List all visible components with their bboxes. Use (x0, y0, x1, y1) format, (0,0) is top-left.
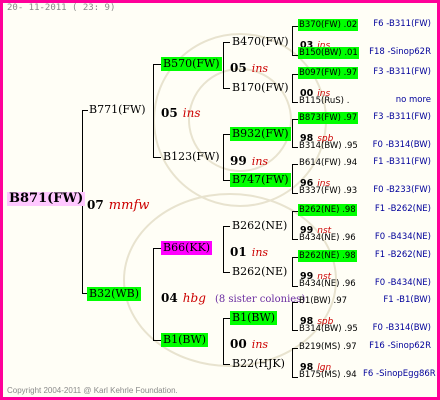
sister-colonies-note: (8 sister colonies) (214, 294, 306, 305)
year-label: 99 (230, 154, 247, 168)
ancestor-lineage: F0 -B314(BW) (372, 140, 431, 150)
queen-b170[interactable]: B170(FW) (230, 81, 291, 95)
queen-b1-bw-2[interactable]: B1(BW) (230, 311, 278, 325)
year-row: 05 ins (230, 57, 268, 76)
ancestor-lineage: F18 -Sinop62R (369, 47, 431, 57)
ancestor-lineage: F16 -Sinop62R (369, 341, 431, 351)
year-label: 07 (87, 198, 104, 212)
year-row: 04 hbg (8 sister colonies) (161, 287, 305, 306)
ancestor-lineage: no more (395, 95, 431, 105)
ancestor-lineage: F3 -B311(FW) (373, 112, 431, 122)
queen-b123[interactable]: B123(FW) (161, 150, 222, 164)
ancestor-entry[interactable]: B175(MS) .94 (298, 369, 358, 381)
queen-b262-ne-2[interactable]: B262(NE) (230, 265, 289, 279)
year-label: 05 (161, 106, 178, 120)
origin-tag: ins (251, 62, 269, 75)
ancestor-entry[interactable]: B614(FW) .94 (298, 157, 358, 169)
ancestor-lineage: F6 -SinopEgg86R (363, 369, 436, 379)
queen-b262-ne[interactable]: B262(NE) (230, 219, 289, 233)
ancestor-entry[interactable]: B873(FW) .97 (298, 112, 359, 124)
ancestor-lineage: F1 -B311(FW) (373, 157, 431, 167)
queen-b470[interactable]: B470(FW) (230, 35, 291, 49)
dam-queen[interactable]: B32(WB) (87, 287, 142, 301)
year-label: 01 (230, 245, 247, 259)
queen-b932[interactable]: B932(FW) (230, 127, 291, 141)
ancestor-entry[interactable]: B1(BW) .97 (298, 295, 348, 307)
ancestor-lineage: F3 -B311(FW) (373, 67, 431, 77)
ancestor-entry[interactable]: B262(NE) .98 (298, 204, 357, 216)
ancestor-lineage: F6 -B311(FW) (373, 19, 431, 29)
queen-b747[interactable]: B747(FW) (230, 173, 291, 187)
ancestor-entry[interactable]: B434(NE) .96 (298, 278, 357, 290)
ancestor-entry[interactable]: B150(BW) .01 (298, 47, 359, 59)
queen-b66[interactable]: B66(KK) (161, 241, 213, 255)
ancestor-lineage: F0 -B314(BW) (372, 323, 431, 333)
ancestor-entry[interactable]: B097(FW) .97 (298, 67, 359, 79)
ancestor-lineage: F0 -B434(NE) (374, 232, 431, 242)
ancestor-lineage: F1 -B262(NE) (374, 250, 431, 260)
origin-tag: mmfw (108, 198, 150, 213)
year-row: 99 ins (230, 150, 268, 169)
ancestor-lineage: F0 -B434(NE) (374, 278, 431, 288)
ancestor-entry[interactable]: B219(MS) .97 (298, 341, 358, 353)
year-label: 00 (230, 337, 247, 351)
ancestor-entry[interactable]: B370(FW) .02 (298, 19, 359, 31)
ancestor-entry[interactable]: B337(FW) .93 (298, 185, 358, 197)
origin-tag: hbg (182, 291, 206, 305)
year-row: 05 ins (161, 102, 201, 121)
pedigree-frame: 20- 11-2011 ( 23: 9) B871(FW) B771(FW) 0… (0, 0, 440, 400)
ancestor-lineage: F0 -B233(FW) (373, 185, 431, 195)
ancestor-entry[interactable]: B262(NE) .98 (298, 250, 357, 262)
queen-b1-bw[interactable]: B1(BW) (161, 333, 209, 347)
origin-tag: ins (251, 155, 269, 168)
year-label: 04 (161, 291, 178, 305)
origin-tag: ins (251, 246, 269, 259)
root-queen[interactable]: B871(FW) (7, 192, 86, 206)
year-row: 01 ins (230, 241, 268, 260)
ancestor-entry[interactable]: B314(BW) .95 (298, 140, 359, 152)
origin-tag: ins (251, 338, 269, 351)
sire-queen[interactable]: B771(FW) (87, 103, 148, 117)
ancestor-lineage: F1 -B262(NE) (374, 204, 431, 214)
ancestor-entry[interactable]: B314(BW) .95 (298, 323, 359, 335)
year-row: 00 ins (230, 333, 268, 352)
queen-b570[interactable]: B570(FW) (161, 57, 222, 71)
year-label: 05 (230, 61, 247, 75)
ancestor-entry[interactable]: B434(NE) .96 (298, 232, 357, 244)
queen-b22[interactable]: B22(HJK) (230, 357, 287, 371)
ancestor-entry[interactable]: B115(RuS) . (298, 95, 350, 107)
ancestor-lineage: F1 -B1(BW) (383, 295, 431, 305)
footer-copyright: Copyright 2004-2011 @ Karl Kehrle Founda… (7, 386, 178, 395)
header-date: 20- 11-2011 ( 23: 9) (7, 3, 116, 13)
root-year: 07 mmfw (87, 194, 149, 213)
origin-tag: ins (182, 106, 201, 120)
